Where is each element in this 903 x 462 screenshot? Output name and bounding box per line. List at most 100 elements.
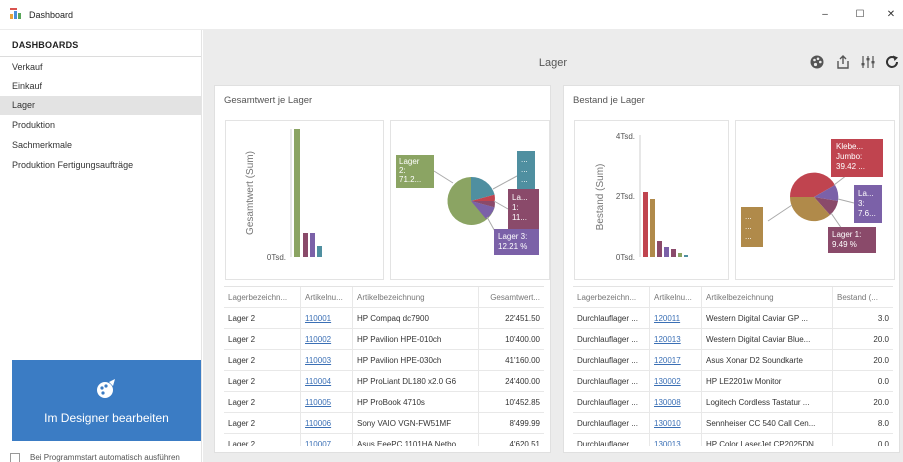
designer-label: Im Designer bearbeiten	[44, 411, 169, 425]
table-row[interactable]: Durchlauflager ... 120017 Asus Xonar D2 …	[573, 350, 893, 371]
cell-artikelbezeichnung: Asus Xonar D2 Soundkarte	[702, 350, 833, 371]
edit-in-designer-button[interactable]: Im Designer bearbeiten	[12, 360, 201, 441]
cell-bestand: 20.0	[873, 335, 889, 344]
cell-artikelnummer-link[interactable]: 110006	[301, 413, 353, 434]
table-row[interactable]: Durchlauflager ... 120013 Western Digita…	[573, 329, 893, 350]
minimize-button[interactable]: –	[811, 6, 839, 24]
sidebar-item-einkauf[interactable]: Einkauf	[0, 77, 201, 96]
cell-bestand: 20.0	[873, 398, 889, 407]
cell-artikelbezeichnung: Asus EeePC 1101HA Netbo...	[353, 434, 479, 446]
column-header[interactable]: Bestand (...	[833, 287, 893, 308]
y-axis-title: Gesamtwert (Sum)	[245, 151, 256, 235]
cell-artikelbezeichnung: HP LE2201w Monitor	[702, 371, 833, 392]
bar-chart[interactable]: Bestand (Sum) 4Tsd. 2Tsd. 0Tsd.	[574, 120, 729, 280]
cell-bestand: 0.0	[877, 377, 889, 386]
sidebar-divider	[0, 56, 201, 57]
close-button[interactable]: ✕	[877, 6, 903, 24]
table-row[interactable]: Durchlauflager ... 120011 Western Digita…	[573, 308, 893, 329]
table-row[interactable]: Durchlauflager ... 130002 HP LE2201w Mon…	[573, 371, 893, 392]
column-header[interactable]: Artikelbezeichnung	[702, 287, 833, 308]
cell-artikelnummer-link[interactable]: 120013	[650, 329, 702, 350]
cell-artikelnummer-link[interactable]: 110002	[301, 329, 353, 350]
sidebar-item-produktion[interactable]: Produktion	[0, 116, 201, 135]
cell-artikelbezeichnung: Sony VAIO VGN-FW51MF	[353, 413, 479, 434]
cell-gesamtwert: 10'400.00	[505, 335, 540, 344]
cell-lager: Lager 2	[224, 308, 301, 329]
cell-gesamtwert: 41'160.00	[505, 356, 540, 365]
cell-artikelbezeichnung: HP Pavilion HPE-030ch	[353, 350, 479, 371]
cell-artikelnummer-link[interactable]: 110005	[301, 392, 353, 413]
cell-artikelbezeichnung: Logitech Cordless Tastatur ...	[702, 392, 833, 413]
cell-lager: Durchlauflager ...	[573, 392, 650, 413]
cell-lager: Lager 2	[224, 413, 301, 434]
autorun-checkbox[interactable]	[10, 453, 20, 462]
table-row[interactable]: Lager 2 110005 HP ProBook 4710s 10'452.8…	[224, 392, 544, 413]
sidebar-item-sachmerkmale[interactable]: Sachmerkmale	[0, 136, 201, 155]
window-title: Dashboard	[29, 10, 74, 20]
column-header[interactable]: Artikelbezeichnung	[353, 287, 479, 308]
cell-artikelnummer-link[interactable]: 130002	[650, 371, 702, 392]
app-icon	[10, 8, 21, 19]
pie-label: Klebe... Jumbo: 39.42 ...	[836, 142, 865, 171]
cell-artikelnummer-link[interactable]: 110007	[301, 434, 353, 446]
cell-artikelbezeichnung: HP ProLiant DL180 x2.0 G6	[353, 371, 479, 392]
sidebar-item-lager[interactable]: Lager	[0, 96, 201, 115]
cell-gesamtwert: 10'452.85	[505, 398, 540, 407]
pie-chart[interactable]: Klebe... Jumbo: 39.42 ... La... 3: 7.6..…	[735, 120, 895, 280]
table-row[interactable]: Lager 2 110004 HP ProLiant DL180 x2.0 G6…	[224, 371, 544, 392]
data-grid[interactable]: Lagerbezeichn... Artikelnu... Artikelbez…	[573, 286, 893, 446]
cell-artikelnummer-link[interactable]: 110001	[301, 308, 353, 329]
sidebar-header: DASHBOARDS	[12, 40, 79, 50]
cell-gesamtwert: 4'620.51	[509, 440, 540, 446]
maximize-button[interactable]: ☐	[846, 6, 874, 24]
export-icon[interactable]	[835, 54, 851, 70]
table-row[interactable]: Lager 2 110003 HP Pavilion HPE-030ch 41'…	[224, 350, 544, 371]
column-header[interactable]: Gesamtwert...	[479, 287, 544, 308]
y-tick-label: 4Tsd.	[616, 132, 635, 141]
refresh-icon[interactable]	[884, 54, 900, 70]
table-row[interactable]: Lager 2 110002 HP Pavilion HPE-010ch 10'…	[224, 329, 544, 350]
table-row[interactable]: Lager 2 110001 HP Compaq dc7900 22'451.5…	[224, 308, 544, 329]
cell-lager: Lager 2	[224, 350, 301, 371]
cell-artikelnummer-link[interactable]: 130013	[650, 434, 702, 446]
panel-title: Bestand je Lager	[573, 95, 645, 106]
table-row[interactable]: Durchlauflager ... 130013 HP Color Laser…	[573, 434, 893, 446]
grid-header-row: Lagerbezeichn... Artikelnu... Artikelbez…	[224, 287, 544, 308]
cell-artikelnummer-link[interactable]: 110004	[301, 371, 353, 392]
cell-bestand: 8.0	[877, 419, 889, 428]
column-header[interactable]: Lagerbezeichn...	[573, 287, 650, 308]
filter-settings-icon[interactable]	[860, 54, 876, 70]
cell-artikelbezeichnung: Western Digital Caviar Blue...	[702, 329, 833, 350]
table-row[interactable]: Durchlauflager ... 130010 Sennheiser CC …	[573, 413, 893, 434]
sidebar-item-verkauf[interactable]: Verkauf	[0, 58, 201, 77]
sidebar-item-produktion-fertigungsauftraege[interactable]: Produktion Fertigungsaufträge	[0, 156, 201, 175]
grid-header-row: Lagerbezeichn... Artikelnu... Artikelbez…	[573, 287, 893, 308]
bar-chart[interactable]: Gesamtwert (Sum) 0Tsd.	[225, 120, 384, 280]
cell-bestand: 20.0	[873, 356, 889, 365]
pie-chart[interactable]: Lager 2: 71.2... ... ... ... La... 1: 11…	[390, 120, 550, 280]
column-header[interactable]: Lagerbezeichn...	[224, 287, 301, 308]
cell-gesamtwert: 22'451.50	[505, 314, 540, 323]
table-row[interactable]: Durchlauflager ... 130008 Logitech Cordl…	[573, 392, 893, 413]
cell-lager: Lager 2	[224, 329, 301, 350]
y-axis-title: Bestand (Sum)	[595, 164, 606, 231]
cell-lager: Durchlauflager ...	[573, 329, 650, 350]
table-row[interactable]: Lager 2 110006 Sony VAIO VGN-FW51MF 8'49…	[224, 413, 544, 434]
data-grid[interactable]: Lagerbezeichn... Artikelnu... Artikelbez…	[224, 286, 544, 446]
cell-artikelnummer-link[interactable]: 130008	[650, 392, 702, 413]
cell-lager: Durchlauflager ...	[573, 350, 650, 371]
cell-artikelbezeichnung: HP Compaq dc7900	[353, 308, 479, 329]
palette-icon[interactable]	[809, 54, 825, 70]
cell-lager: Lager 2	[224, 371, 301, 392]
pie-label: Lager 3: 12.21 %	[498, 232, 530, 251]
designer-palette-icon	[97, 379, 115, 398]
table-row[interactable]: Lager 2 110007 Asus EeePC 1101HA Netbo..…	[224, 434, 544, 446]
column-header[interactable]: Artikelnu...	[650, 287, 702, 308]
cell-lager: Lager 2	[224, 392, 301, 413]
cell-artikelnummer-link[interactable]: 120017	[650, 350, 702, 371]
cell-artikelnummer-link[interactable]: 110003	[301, 350, 353, 371]
cell-artikelnummer-link[interactable]: 130010	[650, 413, 702, 434]
column-header[interactable]: Artikelnu...	[301, 287, 353, 308]
cell-artikelbezeichnung: HP ProBook 4710s	[353, 392, 479, 413]
cell-artikelnummer-link[interactable]: 120011	[650, 308, 702, 329]
